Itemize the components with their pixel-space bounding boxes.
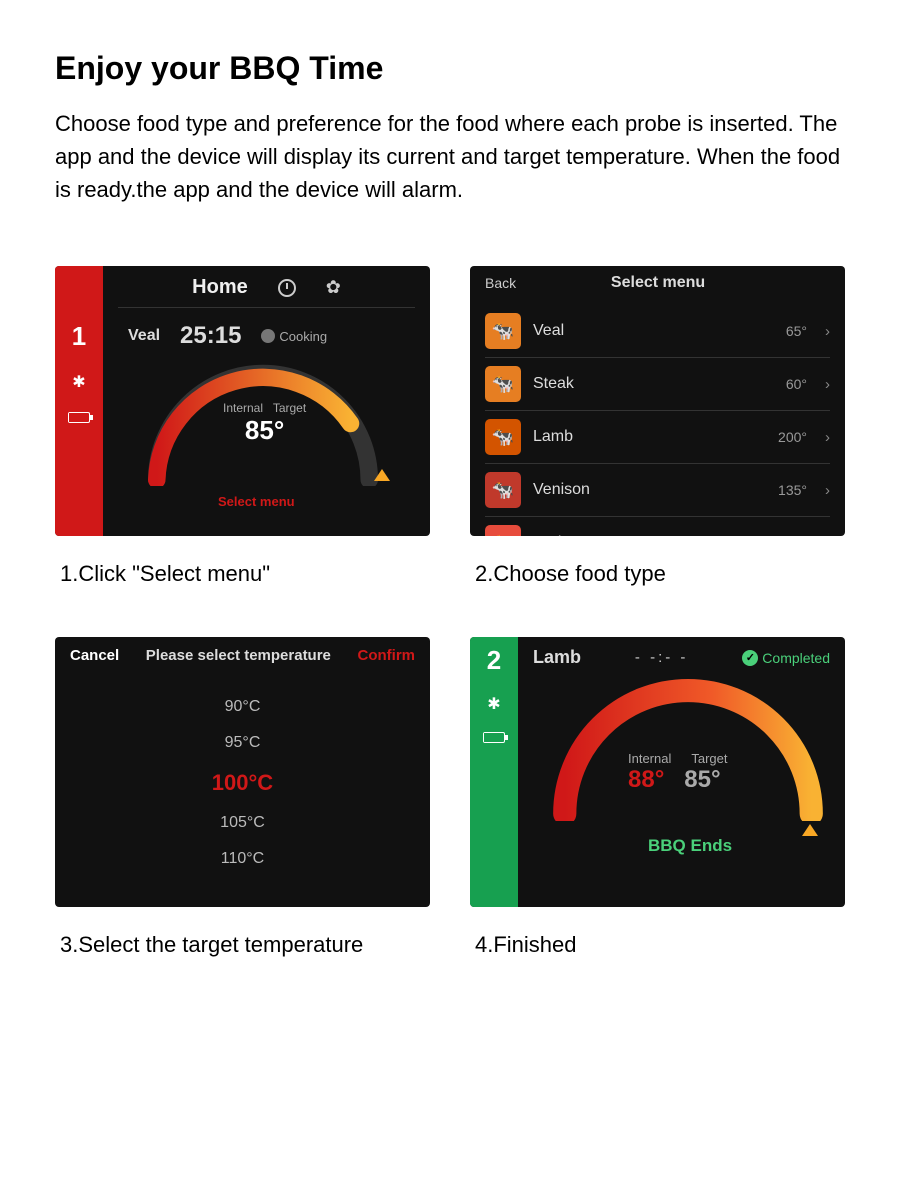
caption-3: 3.Select the target temperature bbox=[55, 922, 430, 993]
food-icon: 🐄 bbox=[485, 472, 521, 508]
menu-item-veal[interactable]: 🐄 Veal 65° › bbox=[485, 305, 830, 358]
menu-item-name: Pork bbox=[533, 534, 766, 536]
temperature-option[interactable]: 105°C bbox=[55, 805, 430, 841]
status-completed: ✓Completed bbox=[742, 650, 830, 666]
chevron-right-icon: › bbox=[825, 482, 830, 499]
target-temperature: 85° bbox=[684, 766, 720, 794]
probe-number: 1 bbox=[72, 321, 86, 352]
caption-4: 4.Finished bbox=[470, 922, 845, 993]
bluetooth-icon bbox=[72, 372, 85, 392]
probe-sidebar: 1 bbox=[55, 266, 103, 536]
food-name: Lamb bbox=[533, 647, 581, 668]
page-description: Choose food type and preference for the … bbox=[55, 107, 845, 206]
menu-item-name: Venison bbox=[533, 481, 766, 499]
temperature-option[interactable]: 95°C bbox=[55, 725, 430, 761]
chevron-right-icon: › bbox=[825, 535, 830, 537]
panel-select-temperature: Cancel Please select temperature Confirm… bbox=[55, 637, 430, 907]
internal-temperature: 88° bbox=[628, 766, 664, 794]
gauge-indicator-icon bbox=[802, 824, 818, 836]
internal-label: Internal bbox=[628, 751, 671, 766]
home-label: Home bbox=[192, 276, 248, 299]
temperature-value: 85° bbox=[223, 415, 306, 446]
status-badge: Cooking bbox=[261, 329, 327, 344]
caption-1: 1.Click "Select menu" bbox=[55, 551, 430, 622]
menu-item-temp: 200° bbox=[778, 429, 807, 445]
temperature-gauge bbox=[543, 676, 833, 821]
cancel-button[interactable]: Cancel bbox=[70, 647, 119, 664]
food-icon: 🐄 bbox=[485, 366, 521, 402]
menu-item-name: Veal bbox=[533, 322, 774, 340]
menu-item-venison[interactable]: 🐄 Venison 135° › bbox=[485, 464, 830, 517]
back-button[interactable]: Back bbox=[485, 275, 516, 291]
menu-item-name: Lamb bbox=[533, 428, 766, 446]
caption-2: 2.Choose food type bbox=[470, 551, 845, 622]
chevron-right-icon: › bbox=[825, 429, 830, 446]
menu-item-pork[interactable]: 🐄 Pork 150° › bbox=[485, 517, 830, 536]
food-icon: 🐄 bbox=[485, 419, 521, 455]
chevron-right-icon: › bbox=[825, 376, 830, 393]
temperature-option[interactable]: 100°C bbox=[55, 761, 430, 805]
settings-icon[interactable]: ✿ bbox=[326, 277, 341, 298]
menu-item-temp: 135° bbox=[778, 482, 807, 498]
select-menu-link[interactable]: Select menu bbox=[218, 494, 295, 509]
menu-item-name: Steak bbox=[533, 375, 774, 393]
temperature-option[interactable]: 110°C bbox=[55, 841, 430, 877]
panel-select-menu: Back Select menu 🐄 Veal 65° ›🐄 Steak 60°… bbox=[470, 266, 845, 536]
page-title: Enjoy your BBQ Time bbox=[55, 50, 845, 87]
internal-label: Internal bbox=[223, 401, 263, 415]
menu-item-steak[interactable]: 🐄 Steak 60° › bbox=[485, 358, 830, 411]
target-label: Target bbox=[691, 751, 727, 766]
menu-item-temp: 150° bbox=[778, 535, 807, 536]
bbq-ends-label: BBQ Ends bbox=[648, 836, 732, 856]
check-icon: ✓ bbox=[742, 650, 758, 666]
panel-home-gauge: 1 Home ✿ Veal 25:15 Cooking bbox=[55, 266, 430, 536]
picker-title: Please select temperature bbox=[146, 647, 331, 664]
gauge-indicator-icon bbox=[374, 469, 390, 481]
timer-value: - -:- - bbox=[601, 649, 722, 666]
food-name: Veal bbox=[128, 327, 160, 345]
food-icon: 🐄 bbox=[485, 313, 521, 349]
food-icon: 🐄 bbox=[485, 525, 521, 536]
temperature-option[interactable]: 90°C bbox=[55, 689, 430, 725]
battery-icon bbox=[483, 732, 505, 743]
timer-value: 25:15 bbox=[180, 322, 241, 350]
chevron-right-icon: › bbox=[825, 323, 830, 340]
menu-item-lamb[interactable]: 🐄 Lamb 200° › bbox=[485, 411, 830, 464]
menu-item-temp: 60° bbox=[786, 376, 807, 392]
menu-title: Select menu bbox=[516, 274, 800, 292]
panel-completed-gauge: 2 Lamb - -:- - ✓Completed Interna bbox=[470, 637, 845, 907]
confirm-button[interactable]: Confirm bbox=[358, 647, 416, 664]
menu-item-temp: 65° bbox=[786, 323, 807, 339]
target-label: Target bbox=[273, 401, 306, 415]
probe-number: 2 bbox=[487, 645, 501, 676]
probe-sidebar: 2 bbox=[470, 637, 518, 907]
bluetooth-icon bbox=[487, 694, 500, 714]
battery-icon bbox=[68, 412, 90, 423]
history-icon[interactable] bbox=[278, 279, 296, 297]
